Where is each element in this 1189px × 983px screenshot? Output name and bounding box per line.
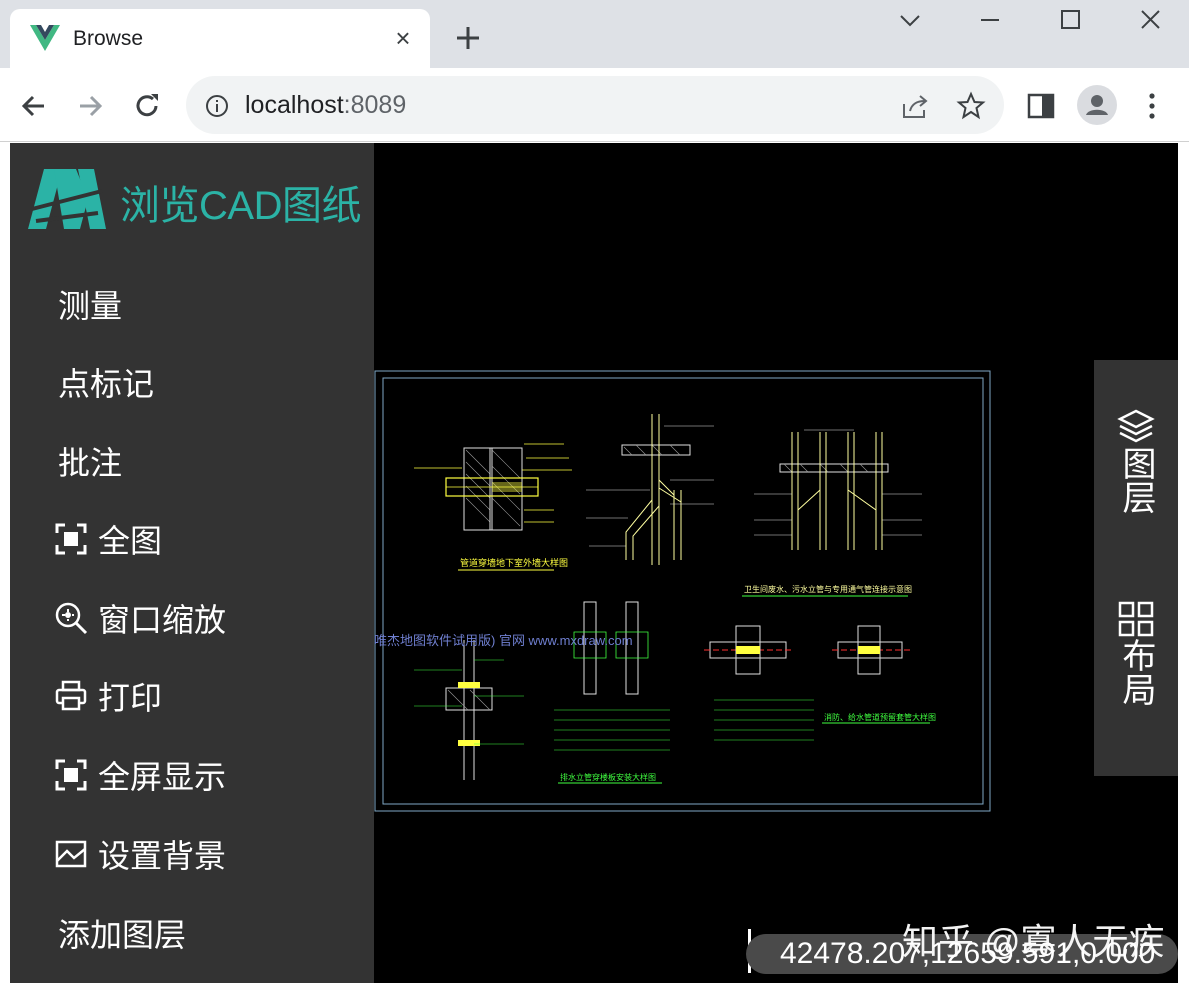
side-panel-icon[interactable] [1027, 92, 1055, 120]
tab-title: Browse [73, 27, 144, 50]
chevron-down-icon[interactable] [890, 6, 930, 36]
layout-grid-icon [1118, 601, 1154, 637]
layers-button[interactable]: 图层 [1094, 408, 1178, 514]
layout-button[interactable]: 布局 [1094, 600, 1178, 706]
browser-toolbar: localhost:8089 [0, 68, 1189, 142]
background-icon [55, 840, 87, 868]
page-viewport: 浏览CAD图纸 测量 点标记 批注 全图 窗口缩放 打印 全屏显示 设置背景 添… [0, 143, 1189, 983]
cad-canvas[interactable]: 管道穿墙地下室外墙大样图 卫生间废水、污水立管与专用通气管连接示意图 排水立管穿… [374, 143, 1178, 983]
menu-label: 全图 [98, 523, 163, 559]
menu-full-view[interactable]: 全图 [54, 514, 162, 564]
menu-measure[interactable]: 测量 [58, 279, 122, 329]
url-port: :8089 [343, 91, 407, 119]
menu-label: 窗口缩放 [98, 602, 227, 638]
cad-watermark: 唯杰地图软件试用版) 官网 www.mxdraw.com [374, 633, 633, 648]
drawing-title-3: 排水立管穿楼板安装大样图 [560, 772, 656, 782]
menu-label: 全屏显示 [98, 759, 227, 795]
minimize-button[interactable] [970, 6, 1010, 36]
browser-tab-strip: Browse × [0, 0, 1189, 68]
menu-window-zoom[interactable]: 窗口缩放 [54, 593, 226, 643]
tab-close-button[interactable]: × [388, 23, 418, 53]
new-tab-button[interactable] [452, 22, 484, 54]
drawing-title-4: 消防、给水管道预留套管大样图 [824, 712, 936, 722]
cad-drawing: 管道穿墙地下室外墙大样图 卫生间废水、污水立管与专用通气管连接示意图 排水立管穿… [374, 370, 991, 812]
profile-avatar[interactable] [1077, 85, 1117, 125]
detail-vent-pipe [586, 414, 714, 565]
bookmark-star-icon[interactable] [956, 91, 986, 121]
address-bar[interactable]: localhost:8089 [186, 76, 1004, 134]
layers-icon [1117, 409, 1155, 443]
menu-add-layer[interactable]: 添加图层 [58, 908, 186, 958]
info-icon[interactable] [204, 93, 230, 119]
menu-label: 添加图层 [58, 917, 187, 953]
right-panel: 图层 布局 [1094, 360, 1178, 776]
more-menu-icon[interactable] [1140, 88, 1164, 124]
browser-tab-active[interactable]: Browse × [10, 9, 430, 68]
print-icon [55, 680, 87, 711]
fullview-icon [55, 523, 87, 555]
window-zoom-icon [55, 602, 88, 635]
back-arrow-icon[interactable] [16, 88, 52, 124]
url-text[interactable]: localhost:8089 [245, 91, 406, 120]
detail-sleeves: 消防、给水管道预留套管大样图 [704, 625, 936, 741]
sidebar: 浏览CAD图纸 测量 点标记 批注 全图 窗口缩放 打印 全屏显示 设置背景 添… [10, 143, 374, 983]
menu-label: 批注 [58, 445, 123, 481]
menu-print[interactable]: 打印 [54, 671, 162, 721]
menu-label: 点标记 [58, 366, 155, 402]
reload-icon[interactable] [129, 88, 165, 124]
menu-label: 测量 [58, 288, 123, 324]
maximize-button[interactable] [1050, 6, 1090, 36]
share-icon[interactable] [900, 92, 930, 120]
forward-arrow-icon[interactable] [72, 88, 108, 124]
overlay-watermark: 知乎 @寡人无疾 [902, 921, 1165, 962]
detail-wall-sleeve: 管道穿墙地下室外墙大样图 [414, 443, 572, 571]
fullscreen-icon [55, 759, 87, 791]
menu-label: 设置背景 [98, 838, 227, 874]
menu-point-mark[interactable]: 点标记 [58, 357, 154, 407]
detail-toilet-stacks: 卫生间废水、污水立管与专用通气管连接示意图 [742, 429, 922, 597]
brand-logo-icon [28, 169, 106, 229]
menu-set-background[interactable]: 设置背景 [54, 829, 226, 879]
close-window-button[interactable] [1131, 6, 1171, 36]
menu-annotate[interactable]: 批注 [58, 436, 122, 486]
layout-label: 布局 [1117, 638, 1155, 706]
menu-fullscreen[interactable]: 全屏显示 [54, 750, 226, 800]
vue-logo-icon [30, 25, 60, 51]
layers-label: 图层 [1117, 446, 1155, 514]
drawing-title-2: 卫生间废水、污水立管与专用通气管连接示意图 [744, 584, 912, 594]
drawing-title-1: 管道穿墙地下室外墙大样图 [460, 557, 568, 569]
person-icon [1086, 95, 1108, 115]
menu-label: 打印 [98, 680, 163, 716]
brand-title: 浏览CAD图纸 [120, 184, 361, 228]
